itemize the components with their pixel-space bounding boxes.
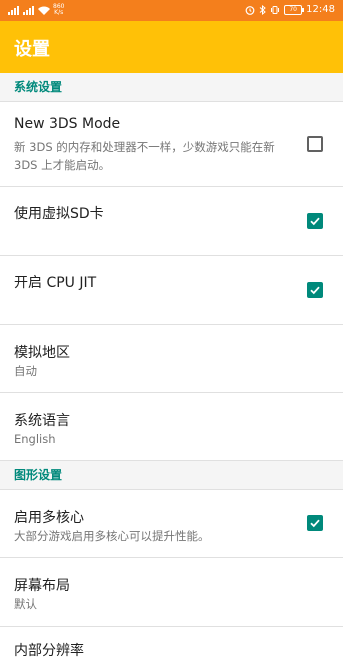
- status-bar: 860 K/s 70 12:48: [0, 0, 343, 21]
- section-header-graphics: 图形设置: [0, 461, 343, 490]
- net-speed: 860 K/s: [53, 3, 65, 16]
- settings-list[interactable]: 系统设置 New 3DS Mode 新 3DS 的内存和处理器不一样，少数游戏只…: [0, 73, 343, 667]
- multicore-checkbox[interactable]: [307, 515, 323, 531]
- setting-resolution[interactable]: 内部分辨率: [0, 627, 343, 667]
- setting-value: 默认: [14, 597, 37, 611]
- virtual-sd-checkbox[interactable]: [307, 213, 323, 229]
- setting-language[interactable]: 系统语言 English: [0, 393, 343, 461]
- app-bar: 设置: [0, 21, 343, 73]
- signal-icon: [8, 5, 20, 15]
- setting-title: New 3DS Mode: [14, 116, 121, 132]
- alarm-icon: [245, 5, 255, 15]
- wifi-icon: [38, 6, 50, 15]
- setting-title: 屏幕布局: [14, 578, 70, 594]
- setting-title: 使用虚拟SD卡: [14, 206, 104, 222]
- battery-level: 70: [289, 5, 297, 13]
- setting-cpu-jit[interactable]: 开启 CPU JIT: [0, 256, 343, 325]
- setting-region[interactable]: 模拟地区 自动: [0, 325, 343, 393]
- setting-new3ds-mode[interactable]: New 3DS Mode 新 3DS 的内存和处理器不一样，少数游戏只能在新 3…: [0, 102, 343, 187]
- setting-value: English: [14, 432, 56, 446]
- setting-value: 自动: [14, 364, 37, 378]
- setting-title: 模拟地区: [14, 345, 70, 361]
- setting-title: 启用多核心: [14, 510, 84, 526]
- setting-title: 内部分辨率: [14, 643, 84, 659]
- clock: 12:48: [306, 4, 335, 15]
- setting-title: 系统语言: [14, 413, 70, 429]
- check-icon: [310, 217, 320, 226]
- check-icon: [310, 519, 320, 528]
- setting-subtitle: 新 3DS 的内存和处理器不一样，少数游戏只能在新 3DS 上才能启动。: [14, 140, 275, 172]
- page-title: 设置: [14, 39, 50, 60]
- section-header-system: 系统设置: [0, 73, 343, 102]
- vibrate-icon: [271, 5, 280, 14]
- cpu-jit-checkbox[interactable]: [307, 282, 323, 298]
- setting-title: 开启 CPU JIT: [14, 275, 97, 291]
- setting-screen-layout[interactable]: 屏幕布局 默认: [0, 558, 343, 627]
- signal-icon: [23, 5, 35, 15]
- battery-icon: 70: [284, 4, 305, 15]
- setting-subtitle: 大部分游戏启用多核心可以提升性能。: [14, 529, 210, 543]
- bluetooth-icon: [259, 4, 266, 15]
- setting-virtual-sd[interactable]: 使用虚拟SD卡: [0, 187, 343, 256]
- check-icon: [310, 286, 320, 295]
- setting-multicore[interactable]: 启用多核心 大部分游戏启用多核心可以提升性能。: [0, 490, 343, 558]
- new3ds-checkbox[interactable]: [307, 136, 323, 152]
